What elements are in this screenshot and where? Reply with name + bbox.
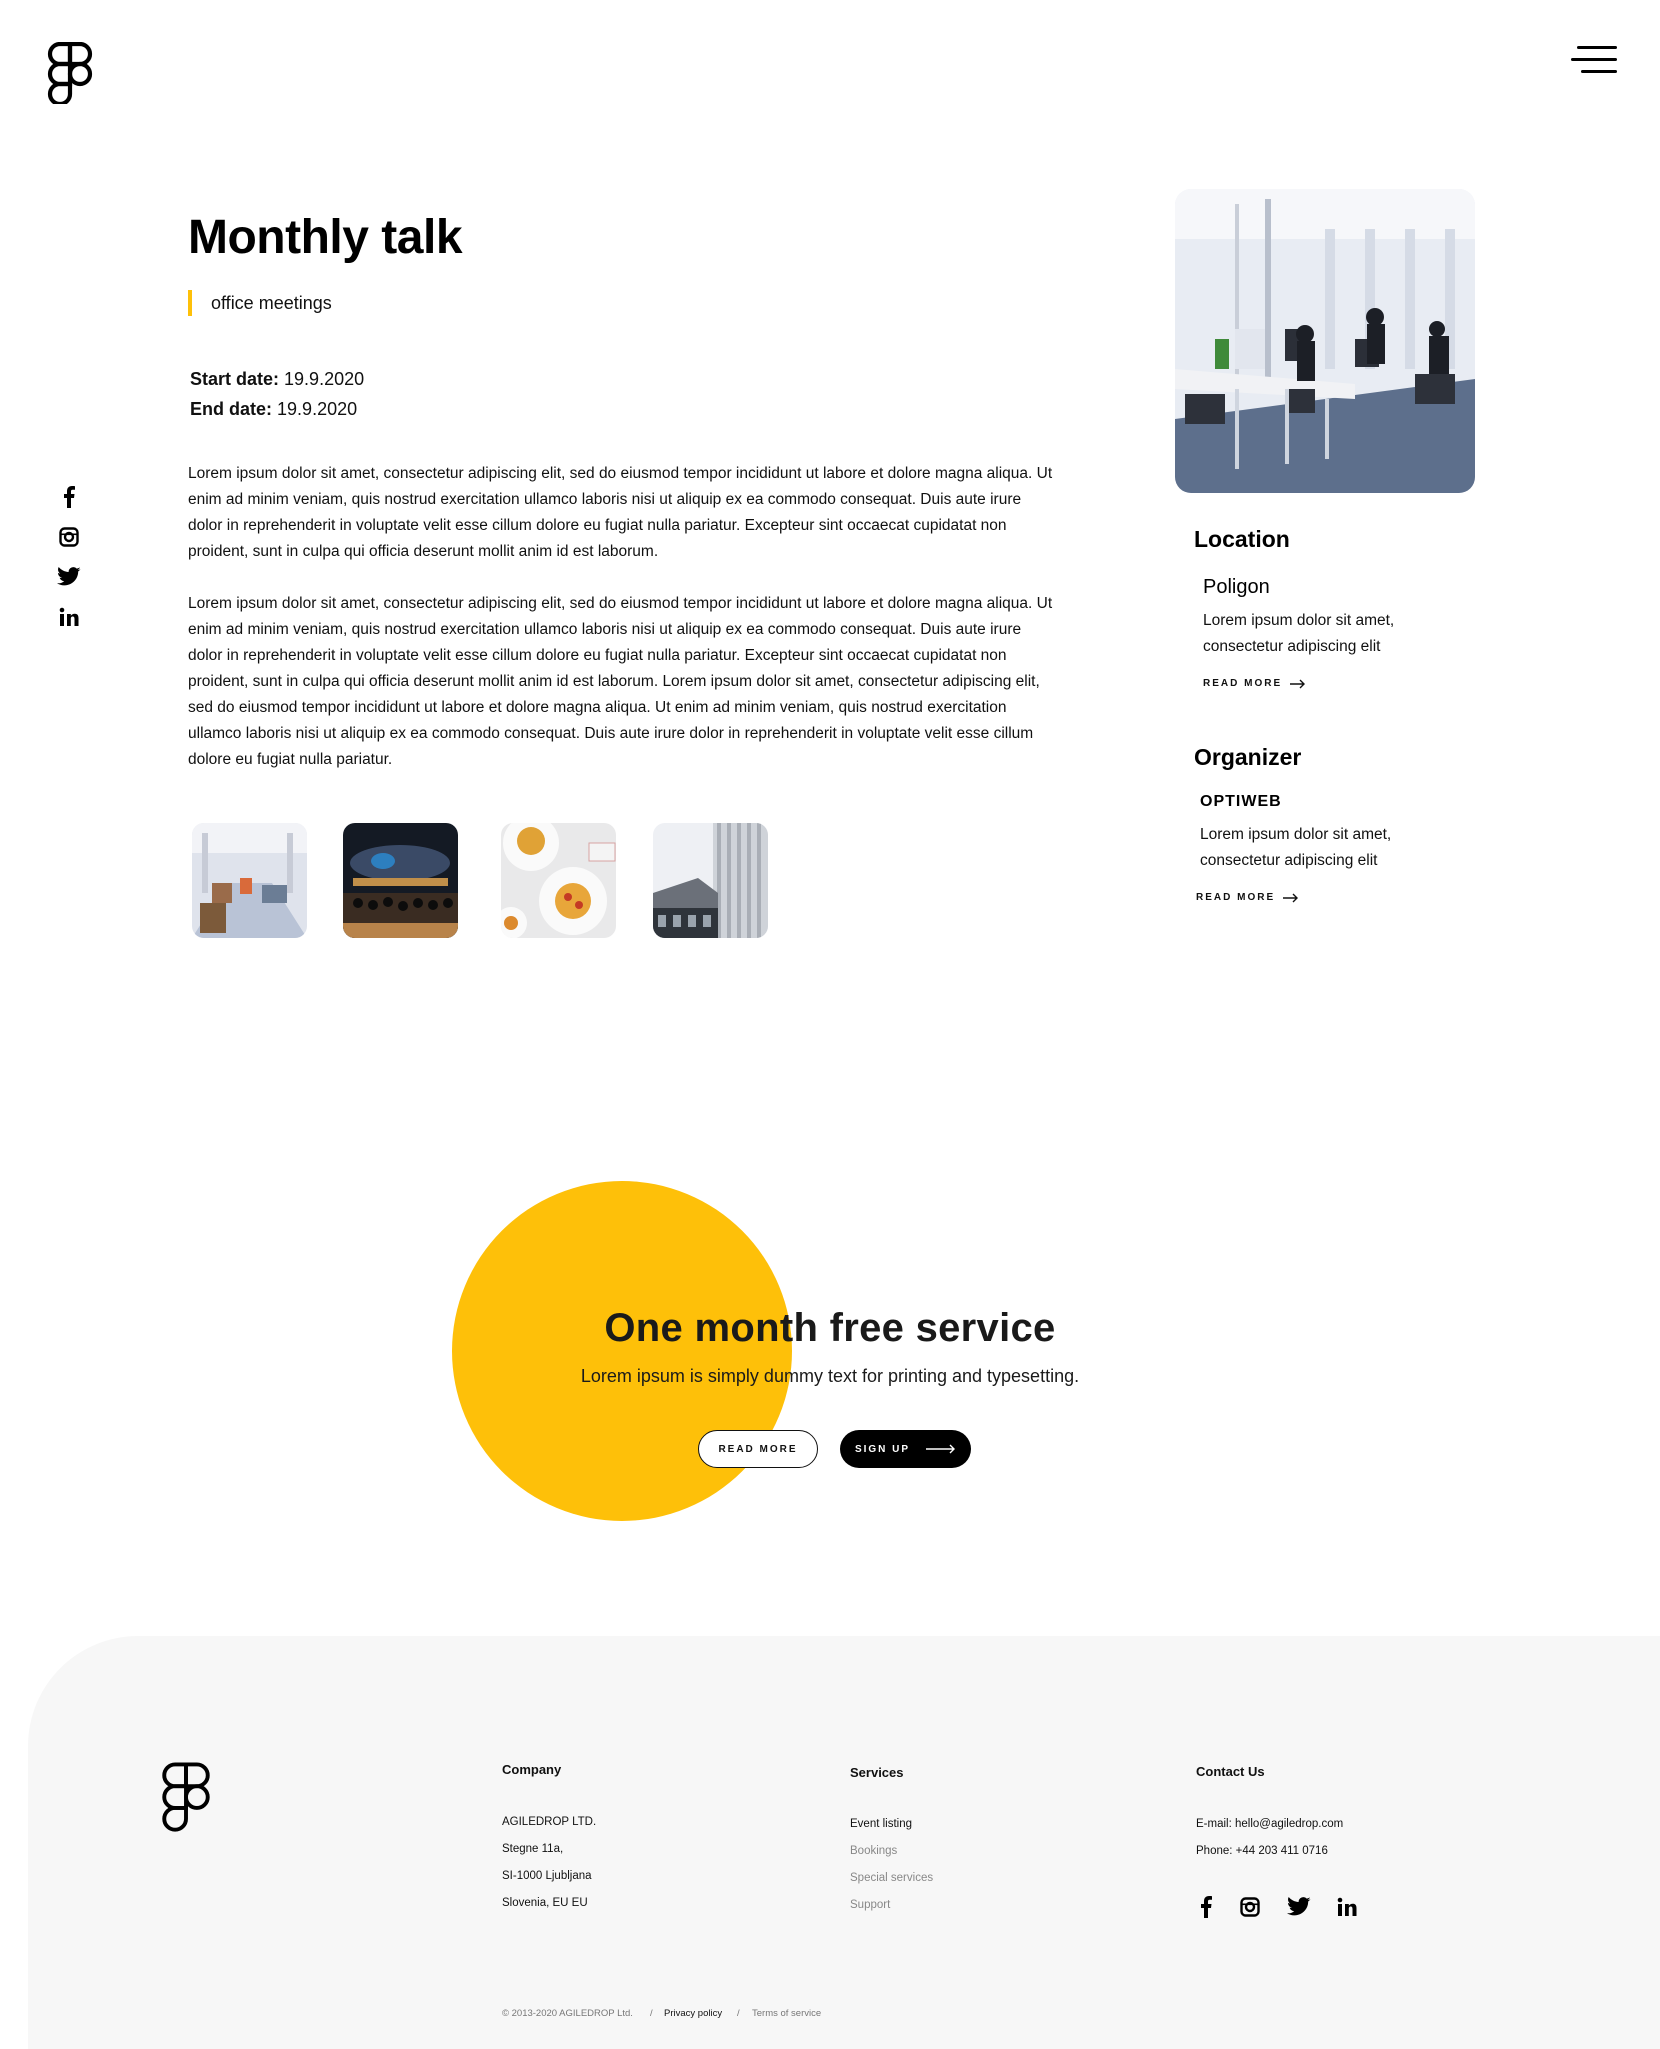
end-date-row: End date: 19.9.2020 <box>190 394 364 424</box>
figma-logo[interactable] <box>47 41 93 107</box>
start-date-row: Start date: 19.9.2020 <box>190 364 364 394</box>
footer-logo[interactable] <box>161 1760 211 1832</box>
terms-of-service-link[interactable]: Terms of service <box>752 2008 821 2019</box>
organizer-description: Lorem ipsum dolor sit amet, consectetur … <box>1200 826 1392 869</box>
footer-services-heading: Services <box>850 1765 904 1780</box>
organizer-logo: OPTIWEB <box>1200 793 1282 810</box>
category-tag: office meetings <box>188 290 332 316</box>
location-heading: Location <box>1194 526 1290 552</box>
instagram-icon[interactable] <box>56 524 82 550</box>
event-dates: Start date: 19.9.2020 End date: 19.9.202… <box>190 364 364 424</box>
company-line: Slovenia, EU EU <box>502 1897 588 1909</box>
figma-logo-icon <box>162 1762 210 1832</box>
location-read-more-label: READ MORE <box>1203 678 1283 689</box>
copyright-text: © 2013-2020 AGILEDROP Ltd. <box>502 2008 633 2019</box>
long-arrow-right-icon <box>926 1444 956 1454</box>
footer-phone: Phone: +44 203 411 0716 <box>1196 1845 1328 1857</box>
company-line: Stegne 11a, <box>502 1843 564 1855</box>
figma-logo-icon <box>47 41 93 107</box>
footer-link-special-services[interactable]: Special services <box>850 1872 933 1884</box>
footer-email[interactable]: E-mail: hello@agiledrop.com <box>1196 1818 1343 1830</box>
gallery-thumb-building[interactable] <box>653 823 768 938</box>
body-paragraph-1: Lorem ipsum dolor sit amet, consectetur … <box>188 465 1053 560</box>
promo-title: One month free service <box>604 1306 1056 1350</box>
footer-separator: / <box>650 2008 653 2019</box>
start-date-value: 19.9.2020 <box>284 369 365 389</box>
footer <box>28 1636 1660 2049</box>
company-line: SI-1000 Ljubljana <box>502 1870 592 1882</box>
decorative-circle <box>452 1181 792 1521</box>
privacy-policy-link[interactable]: Privacy policy <box>664 2008 722 2019</box>
linkedin-icon[interactable] <box>1334 1894 1360 1920</box>
arrow-right-icon <box>1283 893 1299 902</box>
sign-up-button-label: SIGN UP <box>854 1443 911 1455</box>
twitter-icon[interactable] <box>56 564 82 590</box>
instagram-icon[interactable] <box>1237 1894 1263 1920</box>
footer-link-support[interactable]: Support <box>850 1899 890 1911</box>
footer-separator: / <box>737 2008 740 2019</box>
event-photo <box>1175 189 1475 493</box>
arrow-right-icon <box>1290 679 1306 688</box>
sign-up-button[interactable]: SIGN UP <box>840 1430 971 1468</box>
hamburger-menu-button[interactable] <box>1567 44 1617 78</box>
company-line: AGILEDROP LTD. <box>502 1816 597 1828</box>
linkedin-icon[interactable] <box>56 604 82 630</box>
promo-subtitle: Lorem ipsum is simply dummy text for pri… <box>580 1366 1080 1386</box>
facebook-icon[interactable] <box>1193 1894 1219 1920</box>
read-more-button-label: READ MORE <box>718 1443 798 1455</box>
read-more-button[interactable]: READ MORE <box>698 1430 818 1468</box>
gallery-thumb-concert[interactable] <box>343 823 458 938</box>
organizer-heading: Organizer <box>1194 744 1302 770</box>
location-name: Poligon <box>1203 576 1270 598</box>
gallery-thumb-office[interactable] <box>192 823 307 938</box>
end-date-value: 19.9.2020 <box>277 399 358 419</box>
page-title: Monthly talk <box>188 211 463 264</box>
footer-link-event-listing[interactable]: Event listing <box>850 1818 912 1830</box>
footer-contact-heading: Contact Us <box>1196 1764 1265 1779</box>
twitter-icon[interactable] <box>1286 1894 1312 1920</box>
location-description: Lorem ipsum dolor sit amet, consectetur … <box>1203 612 1395 655</box>
body-paragraph-2: Lorem ipsum dolor sit amet, consectetur … <box>188 595 1053 768</box>
organizer-read-more-label: READ MORE <box>1196 892 1276 903</box>
facebook-icon[interactable] <box>56 484 82 510</box>
location-read-more-link[interactable]: READ MORE <box>1203 678 1306 689</box>
organizer-read-more-link[interactable]: READ MORE <box>1196 892 1299 903</box>
footer-company-heading: Company <box>502 1762 562 1777</box>
start-date-label: Start date: <box>190 369 280 389</box>
footer-link-bookings[interactable]: Bookings <box>850 1845 897 1857</box>
end-date-label: End date: <box>190 399 273 419</box>
gallery-thumb-food[interactable] <box>501 823 616 938</box>
